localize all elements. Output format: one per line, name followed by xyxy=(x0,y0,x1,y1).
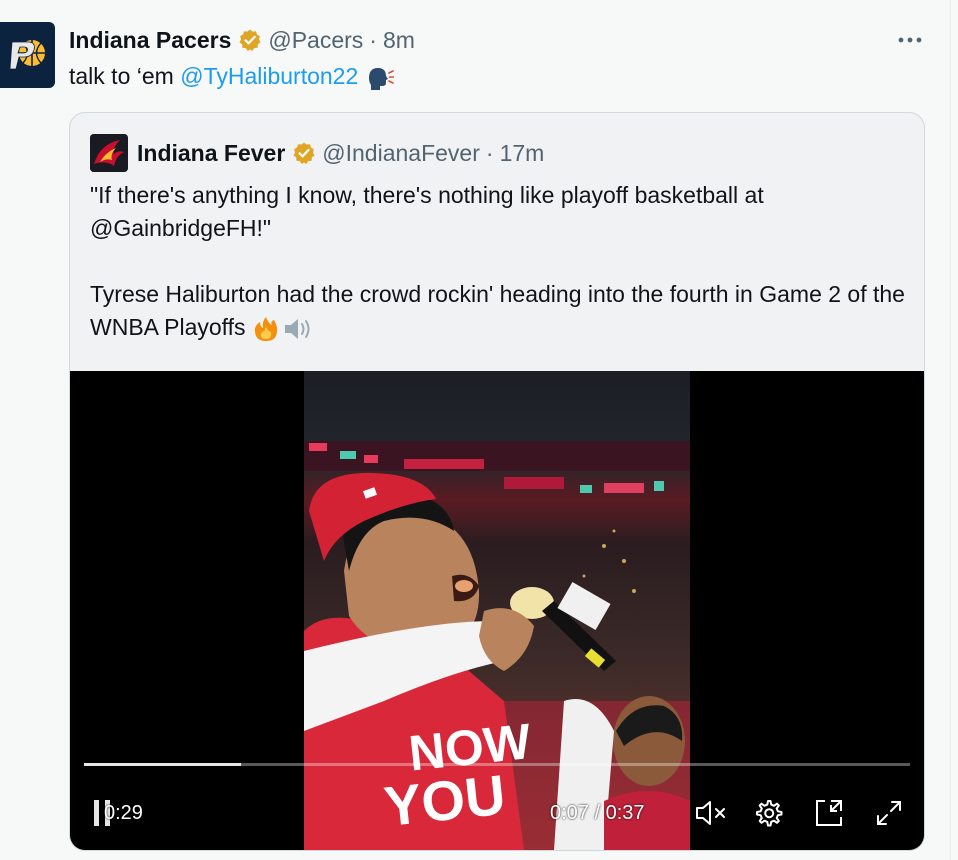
quote-author-handle[interactable]: @IndianaFever xyxy=(322,140,480,167)
fever-logo-icon xyxy=(90,134,128,172)
speaker-icon xyxy=(282,315,314,343)
fullscreen-button[interactable] xyxy=(874,795,904,831)
separator-dot: · xyxy=(485,139,494,166)
verified-badge-icon[interactable] xyxy=(238,28,262,52)
settings-button[interactable] xyxy=(752,795,784,831)
picture-in-picture-button[interactable] xyxy=(813,795,845,831)
tweet[interactable]: Indiana Pacers @Pacers · 8m talk to ‘em … xyxy=(0,0,951,860)
pacers-avatar[interactable] xyxy=(0,22,55,88)
remaining-time: 0:29 xyxy=(104,795,143,831)
muted-speaker-icon xyxy=(696,801,725,825)
tweet-text-body: talk to ‘em xyxy=(69,63,181,89)
mention-link[interactable]: @TyHaliburton22 xyxy=(180,63,358,89)
verified-badge-icon[interactable] xyxy=(292,141,316,165)
elapsed-time: 0:07 / 0:37 xyxy=(550,795,645,831)
gear-icon xyxy=(756,800,783,827)
more-dots-icon xyxy=(898,37,922,43)
mute-button[interactable] xyxy=(694,795,728,831)
quote-header: Indiana Fever @IndianaFever · 17m xyxy=(137,137,544,169)
video-progress-bar[interactable] xyxy=(84,763,910,766)
quote-author-name[interactable]: Indiana Fever xyxy=(137,140,285,167)
expand-icon xyxy=(877,801,901,825)
shirt-text-line2: YOU xyxy=(381,763,508,838)
speaking-head-icon xyxy=(366,65,395,91)
fire-icon xyxy=(252,315,280,343)
quote-paragraph-1: "If there's anything I know, there's not… xyxy=(90,182,764,241)
quote-time[interactable]: 17m xyxy=(500,140,545,167)
post-time[interactable]: 8m xyxy=(383,27,415,54)
tweet-text: talk to ‘em @TyHaliburton22 xyxy=(69,60,395,92)
quoted-tweet[interactable]: Indiana Fever @IndianaFever · 17m "If th… xyxy=(69,112,925,851)
more-options-button[interactable] xyxy=(894,24,926,56)
quote-paragraph-2-text: Tyrese Haliburton had the crowd rockin' … xyxy=(90,281,905,340)
fever-avatar[interactable] xyxy=(90,134,128,172)
tweet-header: Indiana Pacers @Pacers · 8m xyxy=(69,24,415,56)
video-progress-fill xyxy=(84,763,241,766)
elapsed-time-label: 0:07 / 0:37 xyxy=(550,801,645,824)
video-frame: NOW YOU xyxy=(304,371,690,850)
pacers-logo-icon xyxy=(9,40,45,70)
quote-paragraph-2: Tyrese Haliburton had the crowd rockin' … xyxy=(90,278,910,344)
remaining-time-label: 0:29 xyxy=(104,801,143,824)
separator-dot: · xyxy=(369,26,377,53)
author-name[interactable]: Indiana Pacers xyxy=(69,27,231,54)
dock-video-icon xyxy=(816,800,842,826)
video-still-image: NOW YOU xyxy=(304,441,690,850)
quote-text: "If there's anything I know, there's not… xyxy=(90,179,910,344)
author-handle[interactable]: @Pacers xyxy=(268,27,363,54)
video-player[interactable]: NOW YOU 0:29 0:07 / 0:37 xyxy=(70,371,924,850)
